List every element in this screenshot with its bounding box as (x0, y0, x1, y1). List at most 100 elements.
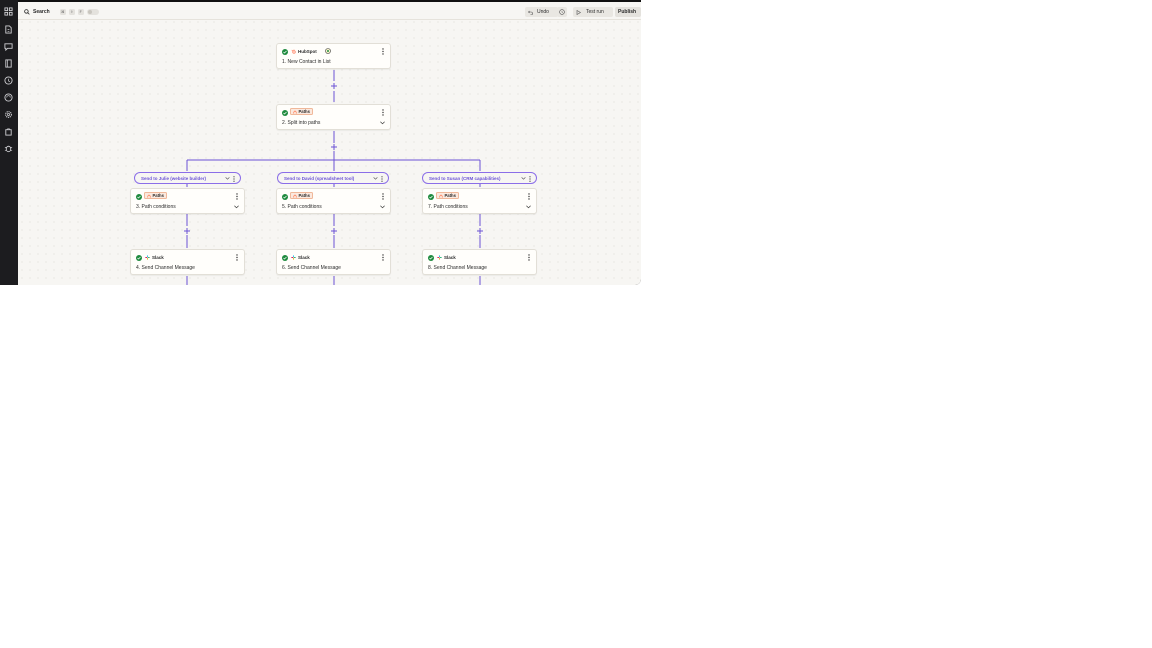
undo-icon (528, 10, 533, 15)
more-options-icon[interactable] (382, 254, 384, 261)
path-label-david[interactable]: Send to David (spreadsheet tool) (277, 172, 389, 184)
search-button[interactable]: Search ⌘ ⇧ F (24, 7, 99, 16)
chevron-down-icon[interactable] (380, 121, 385, 125)
add-step-plus-icon[interactable] (331, 228, 337, 234)
chevron-down-icon[interactable] (225, 177, 230, 180)
step-title: 6. Send Channel Message (282, 265, 341, 271)
play-icon (576, 9, 581, 15)
step-title: 3. Path conditions (136, 204, 176, 210)
shortcut-key: F (77, 8, 84, 15)
app-window: Search ⌘ ⇧ F Undo Test run Publish HubSp… (0, 0, 641, 285)
chevron-down-icon[interactable] (373, 177, 378, 180)
paths-icon (293, 194, 297, 198)
app-name: HubSpot (298, 48, 317, 54)
undo-label: Undo (537, 9, 549, 15)
step-card-action[interactable]: Slack 6. Send Channel Message (276, 249, 391, 275)
step-title: 5. Path conditions (282, 204, 322, 210)
step-card-condition[interactable]: Paths 7. Path conditions (422, 188, 537, 214)
more-options-icon[interactable] (382, 48, 384, 55)
test-run-button[interactable]: Test run (573, 7, 613, 17)
hubspot-icon (291, 49, 296, 54)
success-check-icon (428, 194, 434, 200)
app-name: Paths (444, 193, 456, 198)
path-label-susan[interactable]: Send to Susan (CRM capabilities) (422, 172, 537, 184)
more-options-icon[interactable] (381, 175, 383, 182)
bug-icon[interactable] (4, 144, 13, 153)
publish-button[interactable]: Publish (615, 7, 641, 17)
chevron-down-icon[interactable] (234, 205, 239, 209)
slack-icon (437, 255, 442, 260)
step-title: 7. Path conditions (428, 204, 468, 210)
app-name: Paths (298, 109, 310, 114)
step-title: 2. Split into paths (282, 120, 321, 126)
bag-icon[interactable] (4, 127, 13, 136)
trigger-status-icon (325, 48, 331, 54)
clock-icon (559, 9, 565, 15)
paths-icon (293, 110, 297, 114)
slack-icon (145, 255, 150, 260)
step-card-action[interactable]: Slack 4. Send Channel Message (130, 249, 245, 275)
app-name: Paths (152, 193, 164, 198)
success-check-icon (282, 49, 288, 55)
chat-icon[interactable] (4, 42, 13, 51)
success-check-icon (136, 194, 142, 200)
publish-label: Publish (618, 9, 637, 15)
step-card-action[interactable]: Slack 8. Send Channel Message (422, 249, 537, 275)
path-name: Send to Julie (website builder) (141, 175, 207, 181)
left-sidebar (0, 0, 18, 285)
add-step-plus-icon[interactable] (331, 83, 337, 89)
chevron-down-icon[interactable] (380, 205, 385, 209)
shortcut-key: ⌘ (59, 8, 66, 15)
more-options-icon[interactable] (528, 254, 530, 261)
path-label-julie[interactable]: Send to Julie (website builder) (134, 172, 241, 184)
chevron-down-icon[interactable] (521, 177, 526, 180)
add-step-plus-icon[interactable] (184, 228, 190, 234)
app-name: Slack (444, 254, 456, 260)
search-label: Search (33, 8, 50, 15)
more-options-icon[interactable] (382, 109, 384, 116)
add-step-plus-icon[interactable] (331, 144, 337, 150)
paths-badge: Paths (144, 192, 167, 199)
toggle-switch[interactable] (86, 8, 99, 15)
add-step-plus-icon[interactable] (477, 228, 483, 234)
more-options-icon[interactable] (528, 193, 530, 200)
step-card-condition[interactable]: Paths 3. Path conditions (130, 188, 245, 214)
app-name: Slack (152, 254, 164, 260)
step-title: 4. Send Channel Message (136, 265, 195, 271)
more-options-icon[interactable] (529, 175, 531, 182)
success-check-icon (282, 255, 288, 261)
paths-badge: Paths (290, 108, 313, 115)
notes-icon[interactable] (4, 59, 13, 68)
app-name: Paths (298, 193, 310, 198)
history-button[interactable] (557, 7, 567, 17)
success-check-icon (136, 255, 142, 261)
versions-icon[interactable] (4, 93, 13, 102)
success-check-icon (428, 255, 434, 261)
more-options-icon[interactable] (236, 254, 238, 261)
history-icon[interactable] (4, 76, 13, 85)
apps-icon[interactable] (4, 7, 13, 16)
path-name: Send to David (spreadsheet tool) (284, 175, 355, 181)
test-run-label: Test run (586, 9, 604, 15)
top-toolbar: Search ⌘ ⇧ F Undo Test run Publish (18, 2, 641, 20)
paths-icon (147, 194, 151, 198)
shortcut-key: ⇧ (68, 8, 75, 15)
step-card-split[interactable]: Paths 2. Split into paths (276, 104, 391, 130)
more-options-icon[interactable] (236, 193, 238, 200)
success-check-icon (282, 110, 288, 116)
success-check-icon (282, 194, 288, 200)
paths-badge: Paths (290, 192, 313, 199)
more-options-icon[interactable] (382, 193, 384, 200)
step-card-trigger[interactable]: HubSpot 1. New Contact in List (276, 43, 391, 69)
slack-icon (291, 255, 296, 260)
path-name: Send to Susan (CRM capabilities) (429, 175, 501, 181)
search-icon (24, 8, 30, 15)
document-icon[interactable] (4, 25, 13, 34)
paths-badge: Paths (436, 192, 459, 199)
chevron-down-icon[interactable] (526, 205, 531, 209)
step-card-condition[interactable]: Paths 5. Path conditions (276, 188, 391, 214)
undo-button[interactable]: Undo (525, 7, 558, 17)
step-title: 8. Send Channel Message (428, 265, 487, 271)
more-options-icon[interactable] (233, 175, 235, 182)
settings-icon[interactable] (4, 110, 13, 119)
